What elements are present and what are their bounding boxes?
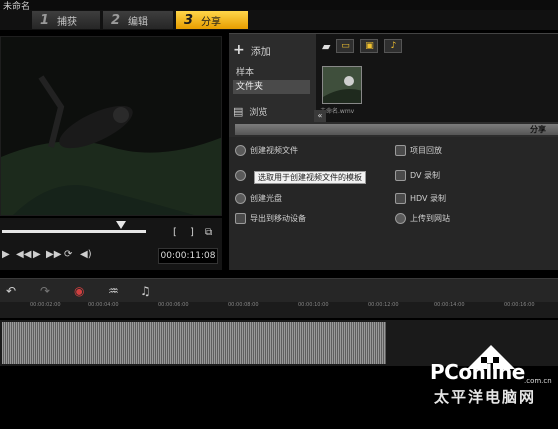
ruler-tick: 00:00:16:00	[504, 302, 535, 308]
category-label: 文件夹	[236, 82, 264, 92]
tab-number: 1	[40, 12, 50, 28]
audio-mixer-icon[interactable]: ♒	[108, 284, 119, 298]
collapse-library-icon[interactable]: «	[314, 110, 326, 122]
watermark-tagline: 太平洋电脑网	[434, 388, 537, 406]
export-to-mobile-button[interactable]: 导出到移动设备	[235, 213, 306, 224]
share-item-label: 创建光盘	[250, 194, 282, 203]
share-header: 分享	[530, 125, 546, 134]
tab-number: 2	[111, 12, 121, 28]
play-icon[interactable]: ▶	[33, 250, 41, 260]
globe-icon	[395, 213, 406, 224]
disc-icon	[235, 170, 246, 181]
repeat-icon[interactable]: ⟳	[64, 250, 72, 260]
timeline-ruler[interactable]: 00:00:02:00 00:00:04:00 00:00:06:00 00:0…	[0, 302, 558, 318]
ruler-tick: 00:00:02:00	[30, 302, 61, 308]
video-template-button[interactable]	[235, 170, 246, 181]
tab-number: 3	[184, 12, 194, 28]
camera-icon	[395, 170, 406, 181]
film-reel-icon	[235, 145, 246, 156]
preview-frame	[1, 37, 221, 215]
ruler-tick: 00:00:06:00	[158, 302, 189, 308]
volume-icon[interactable]: ◀)	[80, 250, 92, 260]
preview-window[interactable]	[0, 36, 222, 216]
title-bar: 未命名	[0, 0, 558, 12]
undo-icon[interactable]: ↶	[6, 284, 16, 298]
redo-icon[interactable]: ↷	[40, 284, 50, 298]
timecode-value: 00:00:11:08	[160, 251, 216, 261]
add-button[interactable]: + 添加	[233, 42, 271, 58]
library-category-samples[interactable]: 样本	[233, 66, 310, 80]
category-label: 样本	[236, 68, 255, 78]
share-item-label: 导出到移动设备	[250, 214, 306, 223]
step-tabs: 1 捕获 2 编辑 3 分享	[0, 10, 558, 30]
tab-share[interactable]: 3 分享	[176, 11, 248, 29]
record-capture-icon[interactable]: ◉	[74, 284, 84, 298]
audio-filter-icon[interactable]: ♪	[384, 39, 403, 53]
library-sidebar: + 添加 样本 文件夹 ▤ 浏览	[229, 34, 315, 122]
video-filter-icon[interactable]: ▭	[336, 39, 355, 53]
create-video-file-button[interactable]: 创建视频文件	[235, 145, 298, 156]
player-controls: [ ] ⧉ ▶ ◀◀ ▶ ▶▶ ⟳ ◀) 00:00:11:08	[0, 218, 222, 270]
share-options: 创建视频文件 选取用于创建视频文件的模板 创建光盘 导出到移动设备 项目回放 D…	[229, 137, 558, 270]
playback-icon	[395, 145, 406, 156]
share-item-label: DV 录制	[410, 171, 441, 180]
plus-icon: +	[233, 42, 245, 58]
browse-icon: ▤	[233, 105, 244, 118]
share-item-label: 项目回放	[410, 146, 442, 155]
scrubber-handle[interactable]	[116, 221, 126, 229]
dv-record-button[interactable]: DV 录制	[395, 170, 440, 181]
scrubber-track[interactable]	[2, 230, 146, 233]
mark-in-icon[interactable]: [	[173, 228, 177, 238]
browse-button[interactable]: ▤ 浏览	[233, 105, 267, 118]
watermark-domain: .com.cn	[524, 377, 552, 385]
timeline-toolbar: ↶ ↷ ◉ ♒ ♫	[0, 278, 558, 302]
previous-icon[interactable]: ◀◀	[16, 250, 31, 260]
auto-music-icon[interactable]: ♫	[140, 284, 151, 298]
media-thumbnail[interactable]	[322, 66, 362, 104]
mark-out-icon[interactable]: ]	[190, 228, 194, 238]
create-disc-button[interactable]: 创建光盘	[235, 193, 282, 204]
ruler-tick: 00:00:04:00	[88, 302, 119, 308]
browse-label: 浏览	[249, 108, 268, 118]
tab-label: 捕获	[57, 16, 78, 28]
home-icon[interactable]: ▶	[2, 250, 10, 260]
folder-icon[interactable]: ▰	[322, 40, 330, 53]
add-label: 添加	[250, 46, 271, 58]
tab-capture[interactable]: 1 捕获	[32, 11, 100, 29]
tab-label: 编辑	[128, 16, 149, 28]
thumbnail-image	[323, 67, 361, 103]
camera-icon	[395, 193, 406, 204]
tab-label: 分享	[201, 16, 222, 28]
library-panel: + 添加 样本 文件夹 ▤ 浏览 ▰ ▭ ▣ ♪ 未命名.wmv « 分享 创建…	[229, 33, 558, 270]
ruler-tick: 00:00:08:00	[228, 302, 259, 308]
library-content: ▰ ▭ ▣ ♪ 未命名.wmv	[316, 34, 558, 122]
share-item-label: 创建视频文件	[250, 146, 298, 155]
copy-icon[interactable]: ⧉	[205, 228, 212, 238]
next-icon[interactable]: ▶▶	[46, 250, 61, 260]
share-item-label: HDV 录制	[410, 194, 447, 203]
image-filter-icon[interactable]: ▣	[360, 39, 379, 53]
share-header-bar: 分享	[235, 124, 558, 135]
tab-edit[interactable]: 2 编辑	[103, 11, 173, 29]
timecode-display[interactable]: 00:00:11:08	[158, 248, 218, 264]
library-filter-toolbar: ▰ ▭ ▣ ♪	[322, 39, 403, 53]
library-category-folder[interactable]: 文件夹	[233, 80, 310, 94]
timeline-clip[interactable]	[2, 322, 386, 364]
ruler-tick: 00:00:14:00	[434, 302, 465, 308]
tooltip: 选取用于创建视频文件的模板	[254, 171, 366, 184]
ruler-tick: 00:00:10:00	[298, 302, 329, 308]
ruler-tick: 00:00:12:00	[368, 302, 399, 308]
upload-to-web-button[interactable]: 上传到网站	[395, 213, 450, 224]
watermark-brand: PConline	[430, 360, 525, 384]
hdv-record-button[interactable]: HDV 录制	[395, 193, 446, 204]
disc-icon	[235, 193, 246, 204]
share-item-label: 上传到网站	[410, 214, 450, 223]
mobile-device-icon	[235, 213, 246, 224]
project-playback-button[interactable]: 项目回放	[395, 145, 442, 156]
tooltip-text: 选取用于创建视频文件的模板	[258, 173, 362, 182]
